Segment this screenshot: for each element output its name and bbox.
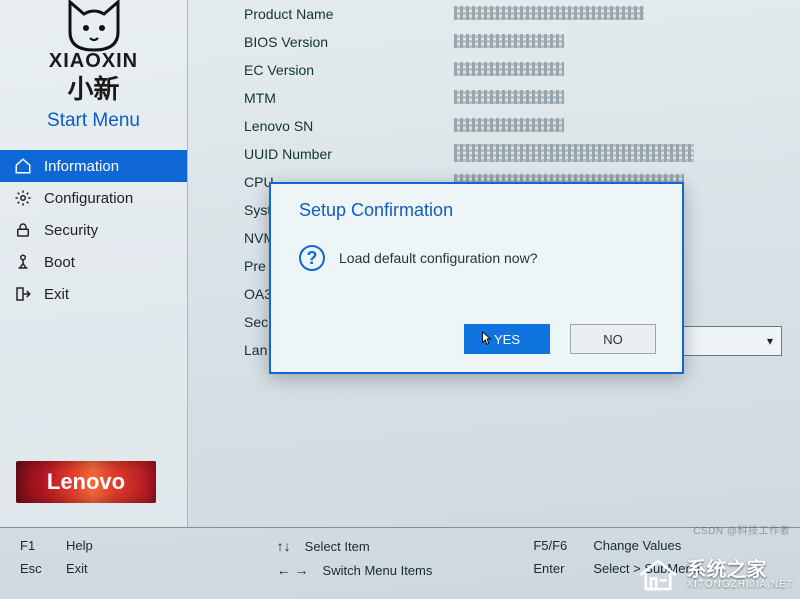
- exit-icon: [14, 285, 32, 303]
- nav-label: Information: [44, 158, 119, 175]
- label-lenovo-sn: Lenovo SN: [244, 118, 454, 134]
- hint-f1-help: F1Help: [20, 538, 267, 553]
- lock-icon: [14, 221, 32, 239]
- hint-switch-menu: ← →Switch Menu Items: [277, 562, 524, 578]
- hint-change-values: F5/F6Change Values: [533, 538, 780, 553]
- watermark-url: XITONGZHIJIA.NET: [687, 580, 795, 590]
- leftright-arrows-icon: ← →: [277, 562, 309, 578]
- updown-arrows-icon: ↑↓: [277, 538, 291, 554]
- nav-label: Exit: [44, 286, 69, 303]
- label-mtm: MTM: [244, 90, 454, 106]
- nav: Information Configuration Security Boot …: [0, 150, 187, 310]
- value-bios-version: [454, 34, 776, 51]
- label-product-name: Product Name: [244, 6, 454, 22]
- nav-exit[interactable]: Exit: [0, 278, 187, 310]
- site-watermark: 系统之家 XITONGZHIJIA.NET: [637, 557, 795, 593]
- lenovo-logo: Lenovo: [16, 461, 156, 503]
- label-bios-version: BIOS Version: [244, 34, 454, 50]
- nav-label: Security: [44, 222, 98, 239]
- no-label: NO: [603, 332, 623, 347]
- gear-icon: [14, 189, 32, 207]
- nav-label: Boot: [44, 254, 75, 271]
- watermark-title: 系统之家: [687, 560, 795, 580]
- sidebar: XIAOXIN 小新 Start Menu Information Config…: [0, 0, 188, 527]
- yes-button[interactable]: YES: [464, 324, 550, 354]
- dialog-title: Setup Confirmation: [299, 200, 654, 221]
- value-lenovo-sn: [454, 118, 776, 135]
- home-icon: [14, 157, 32, 175]
- house-icon: [637, 557, 679, 593]
- value-product-name: [454, 6, 776, 23]
- hint-esc-exit: EscExit: [20, 561, 267, 576]
- cat-logo-icon: [62, 0, 126, 54]
- mouse-cursor-icon: [481, 331, 493, 347]
- csdn-watermark: CSDN @科技工作者: [693, 522, 790, 537]
- dialog-message: Load default configuration now?: [339, 250, 537, 266]
- no-button[interactable]: NO: [570, 324, 656, 354]
- value-uuid: [454, 144, 776, 165]
- label-ec-version: EC Version: [244, 62, 454, 78]
- brand-chinese: 小新: [10, 69, 177, 106]
- yes-label: YES: [494, 332, 520, 347]
- value-ec-version: [454, 62, 776, 79]
- hint-select-item: ↑↓Select Item: [277, 538, 524, 554]
- value-mtm: [454, 90, 776, 107]
- boot-icon: [14, 253, 32, 271]
- nav-label: Configuration: [44, 190, 133, 207]
- start-menu-label: Start Menu: [10, 110, 177, 132]
- chevron-down-icon: ▾: [767, 334, 773, 348]
- nav-information[interactable]: Information: [0, 150, 187, 182]
- label-uuid: UUID Number: [244, 146, 454, 162]
- nav-boot[interactable]: Boot: [0, 246, 187, 278]
- brand-logo: XIAOXIN 小新 Start Menu: [0, 0, 187, 132]
- nav-configuration[interactable]: Configuration: [0, 182, 187, 214]
- setup-confirmation-dialog: Setup Confirmation ? Load default config…: [269, 182, 684, 374]
- nav-security[interactable]: Security: [0, 214, 187, 246]
- question-icon: ?: [299, 245, 325, 271]
